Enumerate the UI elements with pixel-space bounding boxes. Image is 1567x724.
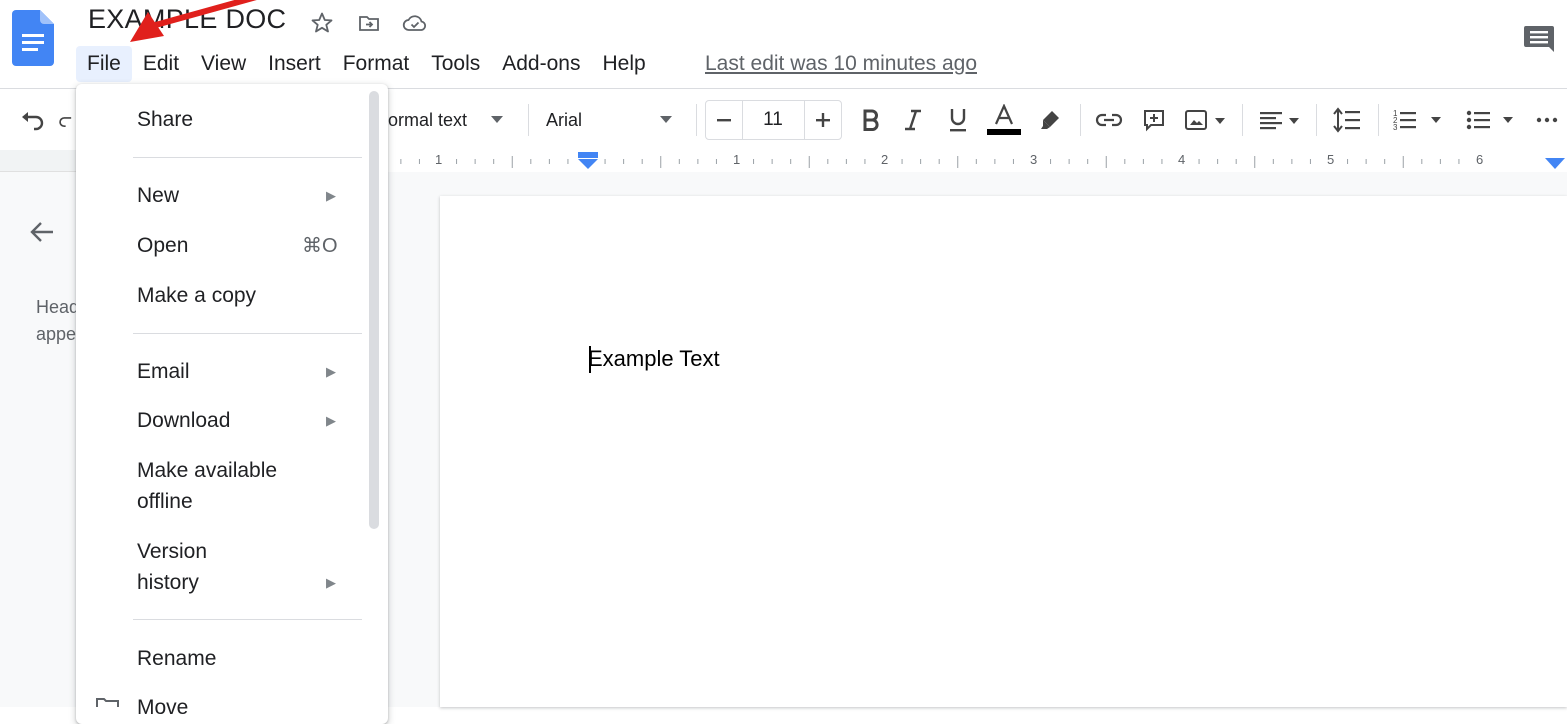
outline-hint-line: appe: [36, 324, 76, 344]
menu-label-line: Make available: [137, 459, 278, 482]
move-to-folder-icon[interactable]: [356, 10, 382, 36]
file-menu-share[interactable]: Share: [137, 104, 193, 135]
menu-label-line: history: [137, 571, 199, 594]
file-menu-make-copy[interactable]: Make a copy: [137, 280, 256, 311]
svg-text:3: 3: [1393, 123, 1398, 132]
cloud-saved-icon[interactable]: [402, 10, 428, 36]
last-edit-link[interactable]: Last edit was 10 minutes ago: [705, 52, 977, 76]
open-shortcut: ⌘O: [302, 235, 338, 257]
menu-label-line: Version: [137, 540, 208, 563]
link-icon[interactable]: [1092, 100, 1126, 140]
submenu-arrow-icon: ▶: [326, 188, 336, 203]
star-icon[interactable]: [309, 10, 335, 36]
line-spacing-icon[interactable]: [1328, 100, 1366, 140]
menu-scrollbar[interactable]: [369, 91, 379, 529]
font-family-select[interactable]: Arial: [546, 100, 694, 140]
file-menu-email[interactable]: Email: [137, 356, 190, 387]
menu-divider: [133, 157, 362, 158]
font-family-value: Arial: [546, 109, 583, 130]
menu-divider: [133, 333, 362, 334]
file-menu-rename[interactable]: Rename: [137, 643, 216, 674]
more-icon[interactable]: [1532, 100, 1562, 140]
decrease-font-size-button[interactable]: [705, 100, 743, 140]
file-menu-make-available-offline[interactable]: Make available offline: [137, 455, 277, 517]
undo-icon[interactable]: [16, 100, 48, 140]
ruler-label: 4: [1178, 152, 1186, 167]
menu-format[interactable]: Format: [332, 46, 421, 82]
italic-icon[interactable]: [898, 100, 928, 140]
menu-label-line: offline: [137, 490, 193, 513]
highlight-icon[interactable]: [1034, 100, 1066, 140]
docs-logo-icon[interactable]: [12, 10, 54, 66]
menu-tools[interactable]: Tools: [420, 46, 491, 82]
ruler-label: 6: [1476, 152, 1484, 167]
text-cursor: [589, 346, 591, 373]
menu-addons[interactable]: Add-ons: [491, 46, 591, 82]
menu-help[interactable]: Help: [591, 46, 656, 82]
right-indent-marker[interactable]: [1545, 158, 1565, 172]
paragraph-style-value: ormal text: [388, 109, 468, 130]
ruler-label: 1: [733, 152, 741, 167]
outline-hint-text: Head appe: [36, 294, 76, 348]
file-menu-new[interactable]: New: [137, 180, 179, 211]
file-menu-dropdown: [76, 84, 388, 724]
document-page[interactable]: [440, 196, 1567, 707]
ruler-ticks: [400, 156, 1460, 168]
add-comment-icon[interactable]: [1138, 100, 1170, 140]
menu-insert[interactable]: Insert: [257, 46, 332, 82]
submenu-arrow-icon: ▶: [326, 575, 336, 590]
chevron-down-icon: [491, 111, 504, 129]
menu-divider: [133, 619, 362, 620]
left-indent-marker[interactable]: [578, 152, 598, 172]
ruler-label: 3: [1030, 152, 1038, 167]
document-body-text[interactable]: Example Text: [588, 346, 720, 372]
outline-hint-line: Head: [36, 297, 76, 317]
bold-icon[interactable]: [856, 100, 886, 140]
red-annotation-arrow: [130, 0, 257, 42]
file-menu-open[interactable]: Open: [137, 230, 188, 261]
ruler-label: 5: [1327, 152, 1335, 167]
submenu-arrow-icon: ▶: [326, 364, 336, 379]
bulleted-list-icon[interactable]: [1462, 100, 1524, 140]
text-color-icon[interactable]: [984, 100, 1024, 140]
numbered-list-icon[interactable]: 123: [1390, 100, 1452, 140]
file-menu-version-history[interactable]: Version history: [137, 536, 207, 598]
redo-icon[interactable]: [58, 100, 76, 140]
ruler-label: 2: [881, 152, 889, 167]
file-menu-move[interactable]: Move: [137, 692, 188, 723]
font-size-input[interactable]: 11: [742, 100, 804, 140]
comment-history-icon[interactable]: [1522, 22, 1556, 56]
back-arrow-icon[interactable]: [28, 218, 56, 246]
align-left-icon[interactable]: [1254, 100, 1304, 140]
file-menu-download[interactable]: Download: [137, 405, 230, 436]
insert-image-icon[interactable]: [1180, 100, 1230, 140]
chevron-down-icon: [660, 111, 673, 129]
submenu-arrow-icon: ▶: [326, 413, 336, 428]
underline-icon[interactable]: [942, 100, 974, 140]
paragraph-style-select[interactable]: ormal text: [388, 100, 520, 140]
ruler-label: 1: [435, 152, 443, 167]
font-size-value: 11: [763, 109, 783, 130]
increase-font-size-button[interactable]: [804, 100, 842, 140]
move-folder-icon: [96, 698, 119, 707]
